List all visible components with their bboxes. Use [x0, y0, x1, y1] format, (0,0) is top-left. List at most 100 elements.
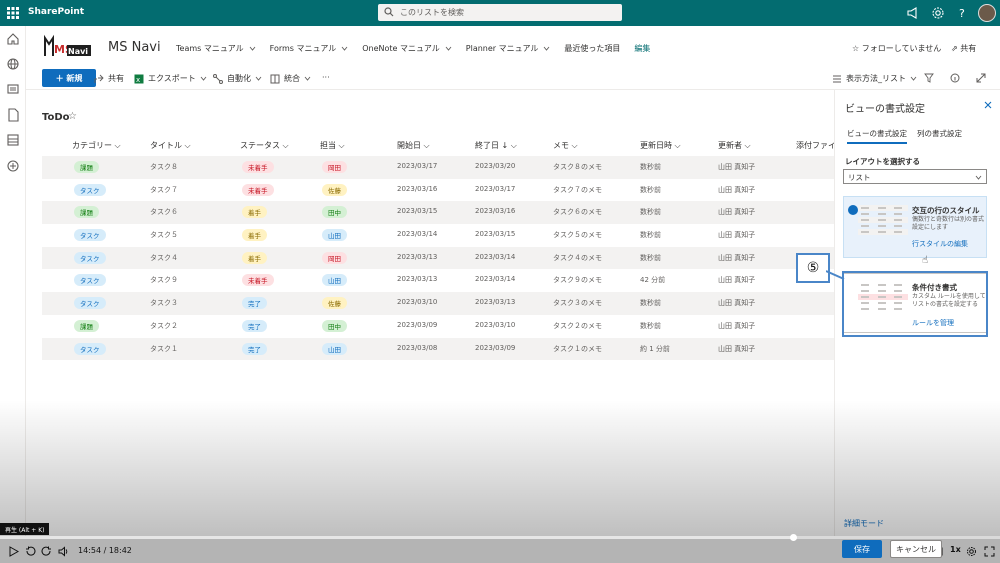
- table-row[interactable]: 課題 タスク８ 未着手 岡田 2023/03/17 2023/03/20 タスク８のメモ 数秒…: [42, 156, 834, 179]
- table-row[interactable]: タスク タスク３ 完了 佐藤 2023/03/10 2023/03/13 タスク３のメモ 数秒…: [42, 292, 834, 315]
- nav-item-onenote[interactable]: OneNote マニュアル: [362, 43, 452, 54]
- share-button[interactable]: 共有: [94, 73, 124, 84]
- home-icon[interactable]: [6, 32, 20, 46]
- cell-category[interactable]: 課題: [74, 319, 99, 332]
- header-memo[interactable]: メモ ⌵: [553, 140, 578, 151]
- advanced-mode-link[interactable]: 詳細モード: [844, 518, 884, 529]
- cell-owner[interactable]: 岡田: [322, 251, 347, 264]
- help-icon[interactable]: ?: [955, 6, 969, 20]
- table-row[interactable]: タスク タスク９ 未着手 山田 2023/03/13 2023/03/14 タスク９のメモ 4…: [42, 269, 834, 292]
- more-button[interactable]: ···: [322, 73, 330, 82]
- nav-item-planner[interactable]: Planner マニュアル: [466, 43, 551, 54]
- news-icon[interactable]: [6, 82, 20, 96]
- edit-row-style-link[interactable]: 行スタイルの編集: [912, 239, 968, 249]
- table-row[interactable]: タスク タスク７ 未着手 佐藤 2023/03/16 2023/03/17 タスク７のメモ 数…: [42, 179, 834, 202]
- cell-status[interactable]: 完了: [242, 319, 267, 332]
- header-end[interactable]: 終了日 ↓ ⌵: [475, 140, 517, 151]
- fullscreen-player-icon[interactable]: [984, 546, 995, 557]
- cell-owner[interactable]: 田中: [322, 319, 347, 332]
- cell-status[interactable]: 完了: [242, 342, 267, 355]
- megaphone-icon[interactable]: [906, 6, 920, 20]
- site-logo[interactable]: MS Navi: [44, 34, 92, 58]
- tab-column-format[interactable]: 列の書式設定: [917, 128, 962, 139]
- volume-icon[interactable]: [58, 546, 69, 557]
- table-row[interactable]: 課題 タスク２ 完了 田中 2023/03/09 2023/03/10 タスク２のメモ 数秒前…: [42, 315, 834, 338]
- new-item-button[interactable]: ＋ 新規: [42, 69, 96, 87]
- view-switcher[interactable]: 表示方法_リスト: [832, 73, 917, 84]
- table-row[interactable]: 課題 タスク６ 着手 田中 2023/03/15 2023/03/16 タスク６のメモ 数秒前…: [42, 201, 834, 225]
- cell-title: タスク３: [150, 299, 178, 308]
- play-icon[interactable]: [8, 546, 19, 557]
- table-row[interactable]: タスク タスク４ 着手 岡田 2023/03/13 2023/03/14 タスク４のメモ 数秒…: [42, 246, 834, 270]
- cell-owner[interactable]: 岡田: [322, 161, 347, 173]
- share-site-button[interactable]: ⇗ 共有: [951, 43, 976, 54]
- cell-status[interactable]: 未着手: [242, 274, 274, 287]
- forward-10-icon[interactable]: [41, 546, 52, 557]
- cell-owner[interactable]: 佐藤: [322, 183, 347, 196]
- grid-body: 課題 タスク８ 未着手 岡田 2023/03/17 2023/03/20 タスク８のメモ 数秒…: [42, 156, 834, 361]
- cell-owner[interactable]: 山田: [322, 342, 347, 355]
- playback-speed[interactable]: 1x: [950, 545, 961, 554]
- header-title[interactable]: タイトル ⌵: [150, 140, 191, 151]
- app-brand[interactable]: SharePoint: [28, 7, 84, 17]
- cell-category[interactable]: タスク: [74, 297, 106, 310]
- search-box[interactable]: このリストを検索: [378, 4, 622, 21]
- site-title[interactable]: MS Navi: [108, 40, 161, 55]
- nav-item-recent[interactable]: 最近使った項目: [564, 43, 620, 54]
- close-icon[interactable]: [983, 100, 993, 110]
- file-icon[interactable]: [6, 108, 20, 122]
- cell-owner[interactable]: 山田: [322, 274, 347, 287]
- automate-button[interactable]: 自動化: [213, 73, 262, 84]
- header-editor[interactable]: 更新者 ⌵: [718, 140, 751, 151]
- cancel-button[interactable]: キャンセル: [890, 540, 942, 558]
- cell-category[interactable]: タスク: [74, 342, 106, 355]
- player-settings-icon[interactable]: [966, 546, 977, 557]
- cell-status[interactable]: 未着手: [242, 161, 274, 173]
- progress-knob[interactable]: [790, 534, 797, 541]
- cell-status[interactable]: 着手: [242, 206, 267, 219]
- chevron-down-icon: [544, 46, 550, 51]
- header-attachments[interactable]: 添付ファイ: [796, 140, 836, 151]
- globe-icon[interactable]: [6, 57, 20, 71]
- cell-category[interactable]: タスク: [74, 183, 106, 196]
- nav-item-teams[interactable]: Teams マニュアル: [176, 43, 256, 54]
- fullscreen-icon[interactable]: [976, 73, 986, 83]
- cell-status[interactable]: 着手: [242, 229, 267, 242]
- app-launcher-icon[interactable]: [6, 6, 20, 20]
- header-owner[interactable]: 担当 ⌵: [320, 140, 345, 151]
- favorite-star-icon[interactable]: ☆: [68, 111, 77, 122]
- layout-dropdown[interactable]: リスト: [843, 169, 987, 184]
- gear-icon[interactable]: [931, 6, 945, 20]
- cell-owner[interactable]: 山田: [322, 229, 347, 242]
- cell-status[interactable]: 完了: [242, 297, 267, 310]
- info-icon[interactable]: [950, 73, 960, 83]
- table-row[interactable]: タスク タスク１ 完了 山田 2023/03/08 2023/03/09 タスク１のメモ 約 …: [42, 337, 834, 361]
- cell-category[interactable]: 課題: [74, 206, 99, 219]
- cell-status[interactable]: 未着手: [242, 183, 274, 196]
- cell-category[interactable]: タスク: [74, 229, 106, 242]
- cell-category[interactable]: タスク: [74, 251, 106, 264]
- avatar[interactable]: [978, 4, 996, 22]
- table-row[interactable]: タスク タスク５ 着手 山田 2023/03/14 2023/03/15 タスク５のメモ 数秒…: [42, 224, 834, 247]
- alternating-rows-card[interactable]: 交互の行のスタイル 偶数行と奇数行は別の書式設定にします 行スタイルの編集: [843, 196, 987, 258]
- rewind-10-icon[interactable]: [25, 546, 36, 557]
- follow-button[interactable]: ☆ フォローしていません: [852, 43, 941, 54]
- header-category[interactable]: カテゴリー ⌵: [72, 140, 121, 151]
- add-circle-icon[interactable]: [6, 159, 20, 173]
- cell-category[interactable]: 課題: [74, 161, 99, 173]
- cell-status[interactable]: 着手: [242, 251, 267, 264]
- header-start[interactable]: 開始日 ⌵: [397, 140, 430, 151]
- nav-item-forms[interactable]: Forms マニュアル: [270, 43, 349, 54]
- cell-owner[interactable]: 田中: [322, 206, 347, 219]
- save-button[interactable]: 保存: [842, 540, 882, 558]
- export-button[interactable]: x エクスポート: [134, 73, 207, 84]
- cell-owner[interactable]: 佐藤: [322, 297, 347, 310]
- tab-view-format[interactable]: ビューの書式設定: [847, 128, 907, 144]
- list-icon[interactable]: [6, 133, 20, 147]
- filter-icon[interactable]: [924, 73, 934, 83]
- integrate-button[interactable]: 統合: [270, 73, 311, 84]
- header-modified[interactable]: 更新日時 ⌵: [640, 140, 681, 151]
- nav-edit-link[interactable]: 編集: [634, 43, 650, 54]
- cell-category[interactable]: タスク: [74, 274, 106, 287]
- header-status[interactable]: ステータス ⌵: [240, 140, 289, 151]
